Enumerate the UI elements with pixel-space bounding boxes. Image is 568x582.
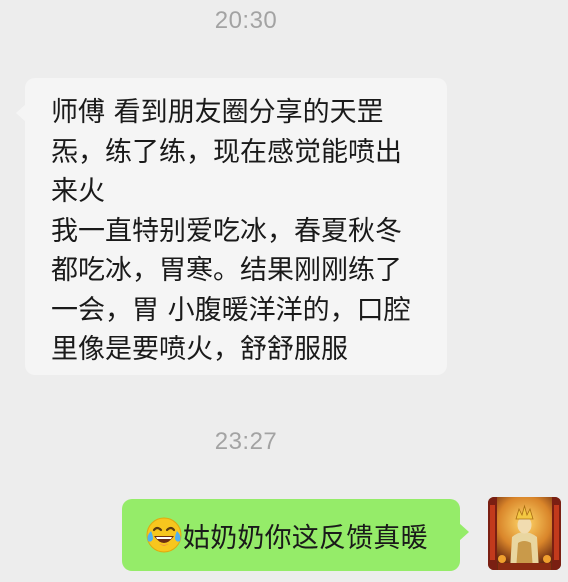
timestamp-first: 20:30 [214, 7, 278, 34]
outgoing-message-bubble[interactable]: 姑奶奶你这反馈真暖 [122, 499, 469, 571]
message-line: 师傅 看到朋友圈分享的天罡 [51, 97, 384, 128]
message-line: 都吃冰，胃寒。结果刚刚练了 [51, 255, 402, 286]
deity-statue-avatar-icon [488, 497, 561, 570]
message-line: 炁，练了练，现在感觉能喷出 [51, 136, 402, 168]
outgoing-message-text: 姑奶奶你这反馈真暖 [183, 522, 428, 554]
timestamp-second: 23:27 [214, 428, 278, 455]
incoming-message-bubble[interactable]: 师傅 看到朋友圈分享的天罡 炁，练了练，现在感觉能喷出 来火 我一直特别爱吃冰，… [16, 78, 447, 375]
message-line: 来火 [51, 176, 105, 207]
message-line: 里像是要喷火，舒舒服服 [51, 334, 348, 365]
avatar[interactable] [488, 497, 561, 570]
message-line: 一会，胃 小腹暖洋洋的，口腔 [51, 294, 411, 326]
message-line: 我一直特别爱吃冰，春夏秋冬 [51, 215, 402, 247]
tears-of-joy-emoji-icon [145, 516, 183, 554]
